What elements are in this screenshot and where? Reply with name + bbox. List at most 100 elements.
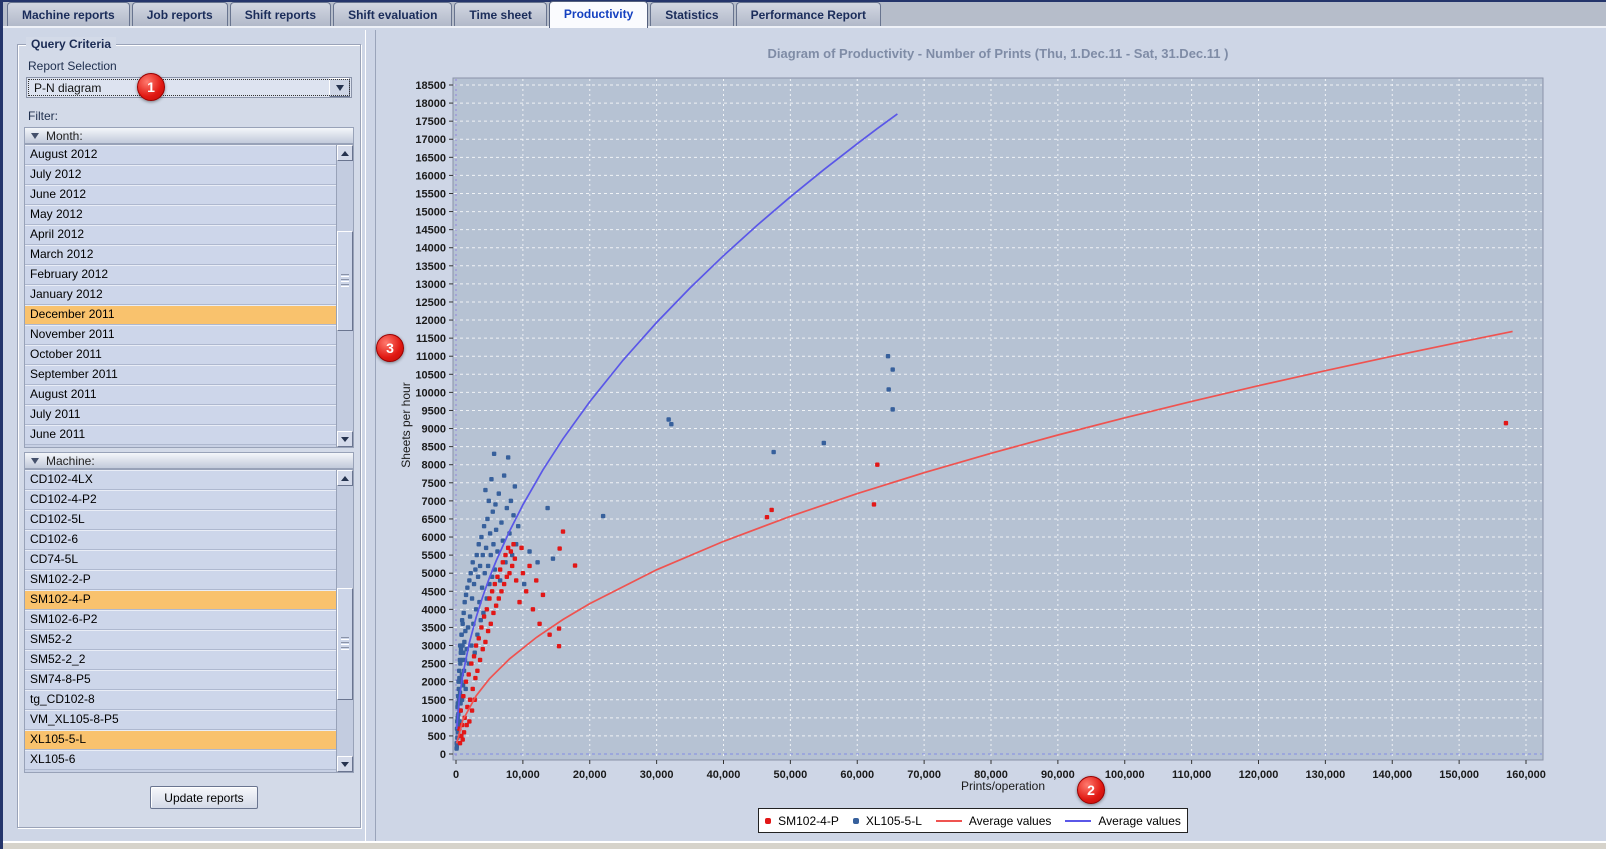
month-item-june-2011[interactable]: June 2011 bbox=[25, 425, 336, 445]
month-item-january-2012[interactable]: January 2012 bbox=[25, 285, 336, 305]
annotation-badge-3: 3 bbox=[376, 334, 404, 362]
month-list-scrollbar[interactable] bbox=[336, 145, 353, 447]
legend-line-marker bbox=[935, 819, 962, 822]
scroll-down-button[interactable] bbox=[337, 756, 353, 772]
legend-dot-marker bbox=[765, 817, 772, 824]
tab-productivity[interactable]: Productivity bbox=[548, 1, 649, 28]
machine-item-cd102-4lx[interactable]: CD102-4LX bbox=[25, 470, 336, 490]
machine-section-header[interactable]: Machine: bbox=[24, 452, 354, 469]
x-axis-tick-label: 70,000 bbox=[907, 769, 941, 781]
month-header-label: Month: bbox=[46, 128, 83, 143]
y-axis-tick-label: 8500 bbox=[422, 442, 446, 454]
x-axis-tick-label: 110,000 bbox=[1172, 769, 1211, 781]
machine-item-tg-cd102-8[interactable]: tg_CD102-8 bbox=[25, 690, 336, 710]
y-axis-tick-label: 8000 bbox=[422, 460, 446, 472]
scroll-down-button[interactable] bbox=[337, 431, 353, 447]
y-axis-tick-label: 18500 bbox=[415, 80, 446, 92]
y-axis-tick-label: 2500 bbox=[422, 659, 446, 671]
y-axis-tick-label: 15000 bbox=[415, 207, 446, 219]
month-item-september-2011[interactable]: September 2011 bbox=[25, 365, 336, 385]
query-criteria-panel: Query Criteria Report Selection P-N diag… bbox=[17, 37, 361, 828]
legend-item-average-values: Average values bbox=[935, 814, 1051, 828]
machine-list-scrollbar[interactable] bbox=[336, 470, 353, 772]
tab-bar: Machine reports Job reports Shift reports S… bbox=[3, 0, 1606, 28]
machine-item-cd102-6[interactable]: CD102-6 bbox=[25, 530, 336, 550]
machine-item-sm74-8-p5[interactable]: SM74-8-P5 bbox=[25, 670, 336, 690]
y-axis-tick-label: 11500 bbox=[416, 333, 446, 345]
month-item-july-2011[interactable]: July 2011 bbox=[25, 405, 336, 425]
machine-item-sm52-2[interactable]: SM52-2 bbox=[25, 630, 336, 650]
y-axis-tick-label: 1000 bbox=[422, 713, 446, 725]
arrow-up-icon bbox=[341, 150, 349, 156]
tab-job-reports[interactable]: Job reports bbox=[131, 2, 228, 26]
chart-legend: SM102-4-P XL105-5-L Average values Average … bbox=[758, 808, 1188, 833]
x-axis-tick-label: 10,000 bbox=[506, 769, 540, 781]
y-axis-tick-label: 7000 bbox=[422, 496, 446, 508]
y-axis-tick-label: 7500 bbox=[422, 478, 446, 490]
month-item-february-2012[interactable]: February 2012 bbox=[25, 265, 336, 285]
legend-item-average-values: Average values bbox=[1065, 814, 1181, 828]
y-axis-tick-label: 9500 bbox=[422, 405, 446, 417]
machine-item-cd102-5l[interactable]: CD102-5L bbox=[25, 510, 336, 530]
tab-statistics[interactable]: Statistics bbox=[650, 2, 734, 26]
scroll-up-button[interactable] bbox=[337, 470, 353, 486]
arrow-down-icon bbox=[341, 436, 349, 442]
y-axis-tick-label: 5500 bbox=[422, 550, 446, 562]
month-item-october-2011[interactable]: October 2011 bbox=[25, 345, 336, 365]
y-axis-tick-label: 3500 bbox=[422, 622, 446, 634]
machine-item-cd74-5l[interactable]: CD74-5L bbox=[25, 550, 336, 570]
y-axis-tick-label: 10000 bbox=[415, 387, 446, 399]
machine-item-sm102-2-p[interactable]: SM102-2-P bbox=[25, 570, 336, 590]
scroll-up-button[interactable] bbox=[337, 145, 353, 161]
month-item-july-2012[interactable]: July 2012 bbox=[25, 165, 336, 185]
machine-item-cd102-4-p2[interactable]: CD102-4-P2 bbox=[25, 490, 336, 510]
month-item-may-2012[interactable]: May 2012 bbox=[25, 205, 336, 225]
tab-machine-reports[interactable]: Machine reports bbox=[7, 2, 130, 26]
legend-item-xl105-5-l: XL105-5-L bbox=[852, 814, 922, 828]
machine-item-sm102-4-p[interactable]: SM102-4-P bbox=[25, 590, 336, 610]
y-axis-tick-label: 18000 bbox=[415, 98, 446, 110]
tab-shift-reports[interactable]: Shift reports bbox=[229, 2, 332, 26]
month-item-june-2012[interactable]: June 2012 bbox=[25, 185, 336, 205]
y-axis-tick-label: 4500 bbox=[422, 586, 446, 598]
report-selection-combobox[interactable]: P-N diagram bbox=[26, 77, 352, 98]
chevron-down-icon bbox=[335, 84, 344, 91]
month-section-header[interactable]: Month: bbox=[24, 127, 354, 144]
report-selection-label: Report Selection bbox=[28, 59, 117, 73]
tab-performance-report[interactable]: Performance Report bbox=[735, 2, 881, 26]
combobox-dropdown-button[interactable] bbox=[329, 78, 350, 97]
month-item-august-2012[interactable]: August 2012 bbox=[25, 145, 336, 165]
legend-line-marker bbox=[1065, 819, 1092, 822]
tab-time-sheet[interactable]: Time sheet bbox=[454, 2, 547, 26]
month-list-scrollbar-thumb[interactable] bbox=[337, 231, 353, 331]
y-axis-tick-label: 9000 bbox=[422, 424, 446, 436]
machine-item-xl105-5-l[interactable]: XL105-5-L bbox=[25, 730, 336, 750]
x-axis-tick-label: 150,000 bbox=[1439, 769, 1479, 781]
panel-splitter[interactable] bbox=[365, 30, 376, 842]
month-item-november-2011[interactable]: November 2011 bbox=[25, 325, 336, 345]
x-axis-tick-label: 0 bbox=[453, 769, 459, 781]
y-axis-tick-label: 11000 bbox=[416, 351, 446, 363]
month-item-april-2012[interactable]: April 2012 bbox=[25, 225, 336, 245]
month-item-august-2011[interactable]: August 2011 bbox=[25, 385, 336, 405]
machine-list-scrollbar-thumb[interactable] bbox=[337, 588, 353, 700]
x-axis-tick-label: 50,000 bbox=[774, 769, 808, 781]
machine-item-sm102-6-p2[interactable]: SM102-6-P2 bbox=[25, 610, 336, 630]
machine-item-vm-xl105-8-p5[interactable]: VM_XL105-8-P5 bbox=[25, 710, 336, 730]
y-axis-tick-label: 12500 bbox=[415, 297, 446, 309]
y-axis-tick-label: 6000 bbox=[422, 532, 446, 544]
y-axis-tick-label: 0 bbox=[440, 749, 446, 761]
productivity-scatter-chart: 0 500 1000 1500 2000 2500 3000 3500 4000 4500 5000… bbox=[415, 77, 1546, 781]
plot-area bbox=[452, 77, 1544, 761]
x-axis-tick-label: 120,000 bbox=[1239, 769, 1279, 781]
x-axis-tick-label: 80,000 bbox=[974, 769, 1008, 781]
collapse-triangle-icon bbox=[31, 457, 39, 464]
update-reports-button[interactable]: Update reports bbox=[150, 786, 258, 809]
month-item-march-2012[interactable]: March 2012 bbox=[25, 245, 336, 265]
machine-item-sm52-2-2[interactable]: SM52-2_2 bbox=[25, 650, 336, 670]
machine-item-xl105-6[interactable]: XL105-6 bbox=[25, 750, 336, 770]
filter-label: Filter: bbox=[28, 109, 58, 123]
tab-shift-evaluation[interactable]: Shift evaluation bbox=[333, 2, 453, 26]
y-axis-tick-label: 10500 bbox=[415, 369, 446, 381]
month-item-december-2011[interactable]: December 2011 bbox=[25, 305, 336, 325]
